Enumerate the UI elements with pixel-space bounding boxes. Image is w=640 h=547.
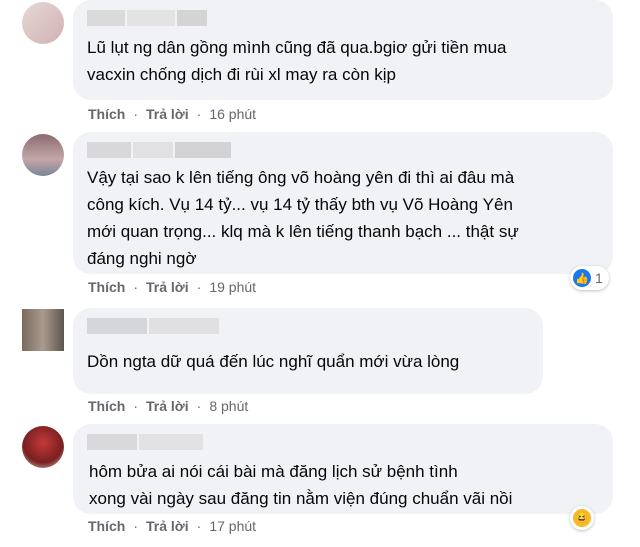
avatar[interactable] [22, 426, 64, 468]
like-button[interactable]: Thích [88, 398, 125, 414]
comment-actions: Thích · Trả lời · 16 phút [88, 106, 257, 122]
comment-actions: Thích · Trả lời · 17 phút [88, 518, 257, 534]
like-button[interactable]: Thích [88, 279, 125, 295]
avatar[interactable] [22, 309, 64, 351]
comment-bubble: Lũ lụt ng dân gồng mình cũng đã qua.bgiơ… [73, 0, 613, 100]
reply-button[interactable]: Trả lời [146, 398, 189, 414]
author-name-redacted[interactable] [87, 434, 599, 452]
reaction-summary[interactable]: 😆 [570, 506, 594, 530]
comment-timestamp[interactable]: 17 phút [209, 518, 256, 534]
comment-text: Lũ lụt ng dân gồng mình cũng đã qua.bgiơ… [87, 38, 507, 84]
comment-actions: Thích · Trả lời · 8 phút [88, 398, 249, 414]
like-button[interactable]: Thích [88, 518, 125, 534]
comment-text: Vậy tại sao k lên tiếng ông võ hoàng yên… [87, 168, 519, 268]
like-button[interactable]: Thích [88, 106, 125, 122]
reaction-summary[interactable]: 👍 1 [570, 266, 609, 290]
comment-timestamp[interactable]: 8 phút [209, 398, 248, 414]
avatar[interactable] [22, 134, 64, 176]
avatar[interactable] [22, 2, 64, 44]
comment-text: hôm bửa ai nói cái bài mà đăng lịch sử b… [89, 462, 513, 508]
reply-button[interactable]: Trả lời [146, 106, 189, 122]
author-name-redacted[interactable] [87, 142, 599, 160]
comment-bubble: Vậy tại sao k lên tiếng ông võ hoàng yên… [73, 132, 613, 274]
reaction-count: 1 [595, 270, 603, 286]
author-name-redacted[interactable] [87, 10, 599, 28]
comment-timestamp[interactable]: 16 phút [209, 106, 256, 122]
comment-bubble: Dồn ngta dữ quá đến lúc nghĩ quẩn mới vừ… [73, 308, 543, 394]
comment-text: Dồn ngta dữ quá đến lúc nghĩ quẩn mới vừ… [87, 352, 460, 371]
haha-icon: 😆 [573, 509, 591, 527]
like-icon: 👍 [573, 269, 591, 287]
reply-button[interactable]: Trả lời [146, 518, 189, 534]
comment-timestamp[interactable]: 19 phút [209, 279, 256, 295]
reply-button[interactable]: Trả lời [146, 279, 189, 295]
comment-actions: Thích · Trả lời · 19 phút [88, 279, 257, 295]
author-name-redacted[interactable] [87, 318, 529, 336]
comment-bubble: hôm bửa ai nói cái bài mà đăng lịch sử b… [73, 424, 613, 514]
